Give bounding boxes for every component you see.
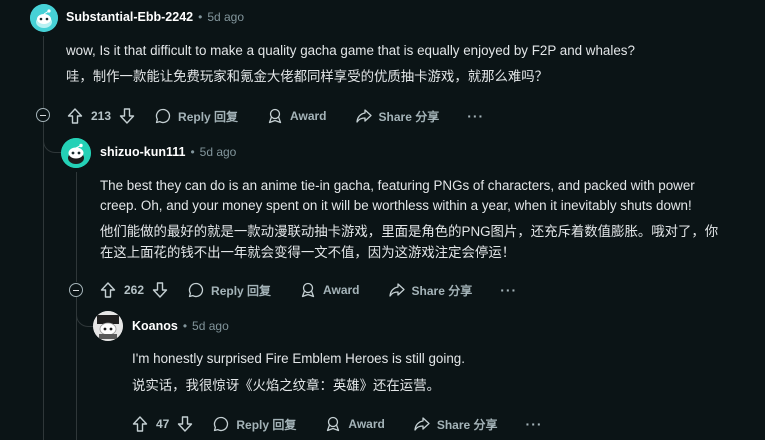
vote-count: 213: [91, 109, 112, 123]
comment-timestamp[interactable]: 5d ago: [207, 10, 244, 24]
award-button[interactable]: Award: [324, 415, 385, 433]
comment-body-en: wow, Is it that difficult to make a qual…: [66, 43, 635, 58]
comment-body-zh-line2: 在这上面花的钱不出一年就会变得一文不值，因为这游戏注定会停运！: [100, 245, 516, 260]
upvote-arrow-icon: [100, 282, 116, 298]
vote-count: 47: [156, 417, 170, 431]
share-arrow-icon: [414, 417, 430, 431]
snoo-avatar-icon: [93, 311, 123, 341]
upvote-arrow-icon: [132, 416, 148, 432]
share-arrow-icon: [388, 283, 405, 297]
share-label: Share 分享: [378, 109, 440, 124]
share-label: Share 分享: [411, 283, 473, 298]
share-button[interactable]: Share 分享: [388, 281, 473, 299]
award-label: Award: [348, 417, 385, 431]
comment-bubble-icon: [214, 416, 229, 432]
avatar[interactable]: [93, 311, 123, 341]
award-label: Award: [290, 109, 327, 123]
comment-meta: Substantial-Ebb-2242 • 5d ago: [66, 10, 244, 24]
more-options-button[interactable]: ···: [500, 282, 517, 298]
comment-meta: shizuo-kun111 • 5d ago: [100, 145, 236, 159]
more-options-button[interactable]: ···: [526, 416, 543, 432]
share-button[interactable]: Share 分享: [413, 415, 498, 433]
comment-body-zh-line1: 他们能做的最好的就是一款动漫联动抽卡游戏，里面是角色的PNG图片，还充斥着数值膨…: [100, 224, 719, 239]
comment-body-en-line2: creep. Oh, and your money spent on it wi…: [100, 198, 692, 213]
award-button[interactable]: Award: [266, 107, 327, 125]
avatar[interactable]: [61, 138, 91, 168]
upvote-button[interactable]: [66, 107, 84, 125]
comment-actions: 262 Reply 回复 Award Share 分享 ···: [99, 276, 517, 304]
comment-actions: 47 Reply 回复 Award Share 分享 ···: [131, 410, 543, 438]
award-icon: [327, 416, 340, 432]
ellipsis-icon: ···: [500, 282, 518, 298]
downvote-arrow-icon: [119, 108, 135, 124]
downvote-arrow-icon: [152, 282, 168, 298]
comment-timestamp[interactable]: 5d ago: [192, 319, 229, 333]
reply-button[interactable]: Reply 回复: [187, 281, 271, 299]
comment-actions: 213 Reply 回复 Award Share 分享 ···: [66, 102, 484, 130]
ellipsis-icon: ···: [467, 108, 485, 124]
downvote-button[interactable]: [151, 281, 169, 299]
comment-bubble-icon: [188, 282, 204, 298]
award-button[interactable]: Award: [299, 281, 360, 299]
comment-body-zh: 哇，制作一款能让免费玩家和氪金大佬都同样享受的优质抽卡游戏，就那么难吗？: [66, 69, 549, 84]
vote-count: 262: [124, 283, 145, 297]
avatar[interactable]: [30, 4, 58, 32]
comment-author[interactable]: Koanos: [132, 319, 178, 333]
share-arrow-icon: [355, 109, 372, 123]
reply-button[interactable]: Reply 回复: [212, 415, 296, 433]
snoo-avatar-icon: [30, 4, 58, 32]
collapse-thread-button[interactable]: [36, 108, 50, 122]
comment-meta: Koanos • 5d ago: [132, 319, 229, 333]
comment-body-en-line1: The best they can do is an anime tie-in …: [100, 178, 695, 193]
comment-bubble-icon: [155, 108, 171, 124]
share-label: Share 分享: [436, 417, 498, 432]
comment-author[interactable]: shizuo-kun111: [100, 145, 185, 159]
share-button[interactable]: Share 分享: [355, 107, 440, 125]
thread-line-root: [43, 36, 44, 108]
comment-body-zh: 说实话，我很惊讶《火焰之纹章：英雄》还在运营。: [132, 378, 440, 393]
upvote-arrow-icon: [67, 108, 83, 124]
thread-elbow: [43, 130, 62, 153]
award-icon: [301, 282, 315, 298]
thread-line-level2: [76, 172, 77, 282]
thread-line-root-lower: [43, 122, 44, 440]
meta-separator: •: [182, 319, 188, 333]
upvote-button[interactable]: [131, 415, 149, 433]
comment-body-en: I'm honestly surprised Fire Emblem Heroe…: [132, 351, 465, 366]
reply-label: Reply 回复: [236, 417, 297, 432]
downvote-button[interactable]: [118, 107, 136, 125]
comment-timestamp[interactable]: 5d ago: [200, 145, 237, 159]
snoo-avatar-icon: [61, 138, 91, 168]
downvote-button[interactable]: [176, 415, 194, 433]
more-options-button[interactable]: ···: [467, 108, 484, 124]
ellipsis-icon: ···: [525, 416, 543, 432]
meta-separator: •: [190, 145, 195, 159]
meta-separator: •: [198, 10, 203, 24]
downvote-arrow-icon: [178, 416, 193, 432]
reply-button[interactable]: Reply 回复: [154, 107, 238, 125]
reply-label: Reply 回复: [178, 109, 239, 124]
collapse-thread-button-level2[interactable]: [69, 283, 83, 297]
award-label: Award: [323, 283, 360, 297]
upvote-button[interactable]: [99, 281, 117, 299]
thread-elbow-level2: [76, 306, 94, 327]
reply-label: Reply 回复: [211, 283, 272, 298]
comment-author[interactable]: Substantial-Ebb-2242: [66, 10, 193, 24]
award-icon: [268, 108, 282, 124]
